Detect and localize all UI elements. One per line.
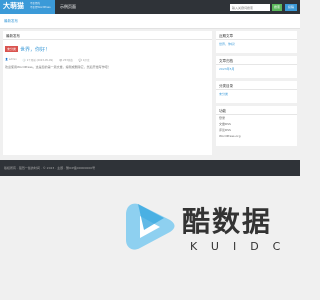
breadcrumb[interactable]: 最新发布 [4, 19, 18, 24]
watermark-title: 酷数据 [182, 205, 273, 238]
widget-categories: 分类目录 未分类 [216, 81, 297, 103]
post-excerpt: 欢迎使用WordPress。这是您的第一篇文章，编辑或删除它，然后开始写作吧！ [5, 65, 111, 69]
play-logo-icon [126, 203, 175, 250]
breadcrumb-bar: 最新发布 [0, 14, 300, 29]
widget-meta: 功能 登录 文章RSS 评论RSS WordPress.org [216, 106, 297, 146]
post-comments[interactable]: 💬 1评论 [79, 58, 90, 62]
post-title-link[interactable]: 世界，你好！ [20, 46, 50, 53]
widget-heading: 文章归档 [216, 56, 297, 65]
nav-item-sample-page[interactable]: 示例页面 [60, 4, 76, 10]
logo-text: 大萌猫 [3, 2, 24, 10]
search-input[interactable] [230, 4, 270, 11]
post-title-row: 未分类 世界，你好！ [5, 45, 50, 53]
submit-post-button[interactable]: 投稿 [285, 4, 297, 11]
main-content: 最新发布 未分类 世界，你好！ 👤 admin 🕓 1个月前 (2023-05-… [3, 31, 212, 155]
logo-subtitle: 不正经的 不正经WordPress [30, 2, 51, 9]
post-date: 🕓 1个月前 (2023-05-09) [22, 59, 54, 62]
site-footer: 版权所有 · 强烈一些的时间 · © 2023 · 主题 · 豫ICP备0000… [0, 160, 300, 176]
site-logo[interactable]: 大萌猫 不正经的 不正经WordPress [0, 0, 55, 14]
post-meta: 👤 admin 🕓 1个月前 (2023-05-09) 👁 253浏览 💬 1评… [5, 58, 89, 62]
author-link[interactable]: 👤 admin [5, 58, 17, 62]
widget-heading: 分类目录 [216, 81, 297, 90]
top-navbar: 大萌猫 不正经的 不正经WordPress 示例页面 搜索 投稿 [0, 0, 300, 14]
footer-copyright: 版权所有 · 强烈一些的时间 · © 2023 · 主题 · 豫ICP备0000… [4, 166, 96, 170]
watermark: 酷数据 KUIDC [120, 196, 300, 266]
widget-heading: 功能 [216, 106, 297, 115]
widget-heading: 近期文章 [216, 31, 297, 40]
post-views: 👁 253浏览 [59, 59, 73, 62]
meta-link-wordpress[interactable]: WordPress.org [216, 133, 297, 139]
watermark-subtitle: KUIDC [190, 240, 295, 253]
category-link[interactable]: 未分类 [216, 90, 297, 98]
section-heading: 最新发布 [3, 31, 212, 40]
archive-link[interactable]: 2023年5月 [216, 65, 297, 73]
widget-recent-posts: 近期文章 世界，你好！ [216, 31, 297, 53]
category-badge[interactable]: 未分类 [5, 46, 19, 52]
search-button[interactable]: 搜索 [272, 4, 282, 11]
recent-post-link[interactable]: 世界，你好！ [216, 40, 297, 48]
widget-archives: 文章归档 2023年5月 [216, 56, 297, 78]
